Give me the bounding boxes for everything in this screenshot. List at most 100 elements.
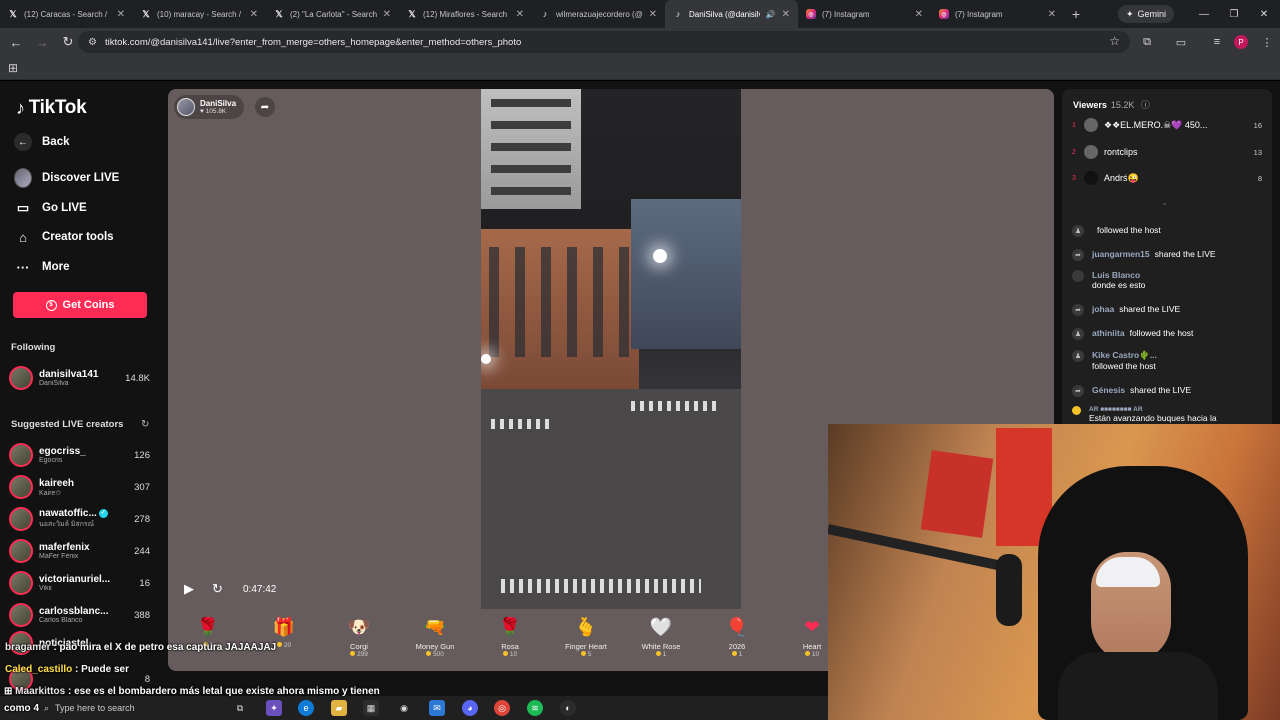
coin-icon <box>655 651 661 656</box>
viewers-chat-panel: Viewers 15.2K ⓘ 1 ❖❖EL.MERO.☠💜 450... 16 2r… <box>1062 89 1272 429</box>
gift-item[interactable]: 🤍 White Rose 1 <box>626 610 696 668</box>
minimize-button[interactable]: — <box>1188 0 1220 28</box>
share-icon[interactable]: ➦ <box>255 97 275 117</box>
browser-tab-active[interactable]: ♪ DaniSilva (@danisilv 🔊 ✕ <box>665 0 798 28</box>
host-info[interactable]: DaniSilva ♥ 105.8K <box>174 95 245 119</box>
verified-badge-icon: ✓ <box>98 508 108 518</box>
gift-item[interactable]: 🌹 Rosa 10 <box>475 610 545 668</box>
suggested-creator[interactable]: kaireeh Kaire✩ 307 <box>9 473 155 501</box>
close-tab-icon[interactable]: ✕ <box>915 9 923 20</box>
gift-item[interactable]: 🫰 Finger Heart 5 <box>551 610 621 668</box>
browser-tab[interactable]: ◎ (7) Instagram ✕ <box>798 0 931 28</box>
close-tab-icon[interactable]: ✕ <box>782 9 790 20</box>
nav-go-live[interactable]: ▭ Go LIVE <box>14 199 87 217</box>
extensions-icon[interactable]: ⧉ <box>1136 31 1158 53</box>
coin-icon <box>580 651 586 656</box>
close-tab-icon[interactable]: ✕ <box>383 9 391 20</box>
play-icon[interactable]: ▶ <box>184 581 194 597</box>
forward-arrow-icon[interactable]: → <box>30 30 54 54</box>
nav-discover-live[interactable]: Discover LIVE <box>14 168 119 188</box>
chat-event: ➦ johaa shared the LIVE <box>1072 304 1267 316</box>
streamer-cap <box>1096 557 1160 587</box>
video-light <box>481 354 491 364</box>
chat-badge-icon: ⊞ <box>4 686 13 697</box>
elapsed-time: 0:47:42 <box>243 584 277 595</box>
spotify-icon[interactable]: ≋ <box>527 700 543 716</box>
suggested-creator[interactable]: carlossblanc... Carlos Blanco 388 <box>9 601 155 629</box>
get-coins-button[interactable]: $ Get Coins <box>13 292 147 318</box>
creator-tools-icon: ⌂ <box>19 229 27 245</box>
menu-kebab-icon[interactable]: ⋮ <box>1256 31 1278 53</box>
nav-more[interactable]: ··· More <box>14 258 70 276</box>
browser-tab[interactable]: ♪ wilmerazuajecordero (@ ✕ <box>532 0 665 28</box>
overlay-chat-line: bragamer : pao mira el X de petro esa ca… <box>5 642 277 653</box>
apps-grid-icon[interactable]: ⊞ <box>8 61 18 75</box>
bookmark-star-icon[interactable]: ☆ <box>1109 34 1120 48</box>
coin-icon <box>276 642 282 647</box>
obs-icon[interactable]: ◐ <box>560 700 576 716</box>
top-viewer-row[interactable]: 3 Andrś😜 8 <box>1072 169 1262 187</box>
suggested-creator[interactable]: maferfenix MaFer Fénix 244 <box>9 537 155 565</box>
top-viewer-row[interactable]: 2 rontclips 13 <box>1072 143 1262 161</box>
white-rose-gift-icon: 🤍 <box>649 616 673 637</box>
nav-back[interactable]: ← Back <box>14 133 70 151</box>
task-view-icon[interactable]: ⧉ <box>232 700 248 716</box>
suggested-creator[interactable]: egocriss_ Egocris 126 <box>9 441 155 469</box>
copilot-icon[interactable]: ✦ <box>266 700 282 716</box>
gift-item[interactable]: ❤ Heart 10 <box>777 610 828 668</box>
tiktok-logo[interactable]: ♪ TikTok <box>16 97 87 119</box>
gift-item[interactable]: 🔫 Money Gun 500 <box>400 610 470 668</box>
browser-tab[interactable]: 𝕏 (12) Caracas - Search / ✕ <box>0 0 133 28</box>
suggested-creator[interactable]: nawatoffic... ✓ นอสะวิมล์ มิสกรณ์ 278 <box>9 505 155 533</box>
browser-tab[interactable]: ◎ (7) Instagram ✕ <box>931 0 1064 28</box>
store-icon[interactable]: ▦ <box>363 700 379 716</box>
avatar <box>1084 171 1098 185</box>
edge-icon[interactable]: e <box>298 700 314 716</box>
following-item[interactable]: danisilva141 DaniSilva 14.8K <box>9 364 155 392</box>
refresh-icon[interactable]: ↻ <box>141 419 149 430</box>
video-building <box>481 229 639 389</box>
discord-icon[interactable]: ◕ <box>462 700 478 716</box>
address-bar[interactable]: ⚙ tiktok.com/@danisilva141/live?enter_fr… <box>78 31 1130 53</box>
gemini-button[interactable]: ✦ Gemini <box>1118 5 1175 23</box>
video-crosswalk <box>631 401 721 411</box>
info-icon[interactable]: ⓘ <box>1141 100 1150 110</box>
suggested-creator[interactable]: victorianuriel... Vikii 16 <box>9 569 155 597</box>
close-tab-icon[interactable]: ✕ <box>117 9 125 20</box>
gift-item[interactable]: 🐶 Corgi 299 <box>324 610 394 668</box>
site-info-icon[interactable]: ⚙ <box>88 37 97 48</box>
gift-item[interactable]: 🌹 1 <box>173 610 243 668</box>
browser-tab[interactable]: 𝕏 (10) maracay - Search / ✕ <box>133 0 266 28</box>
mail-icon[interactable]: ✉ <box>429 700 445 716</box>
profile-avatar[interactable]: P <box>1230 31 1252 53</box>
close-tab-icon[interactable]: ✕ <box>516 9 524 20</box>
new-tab-button[interactable]: + <box>1064 6 1088 22</box>
top-viewer-row[interactable]: 1 ❖❖EL.MERO.☠💜 450... 16 <box>1072 116 1262 134</box>
video-camera-icon: ▭ <box>16 200 30 215</box>
speaker-icon[interactable]: 🔊 <box>766 10 776 19</box>
browser-tab[interactable]: 𝕏 (2) "La Carlota" - Search ✕ <box>266 0 399 28</box>
viewers-header[interactable]: Viewers 15.2K ⓘ <box>1073 98 1150 111</box>
chrome-icon[interactable]: ◎ <box>494 700 510 716</box>
close-tab-icon[interactable]: ✕ <box>250 9 258 20</box>
nav-creator-tools[interactable]: ⌂ Creator tools <box>14 228 114 246</box>
gift-item[interactable]: 🎁 20 <box>249 610 319 668</box>
close-window-button[interactable]: ✕ <box>1248 0 1280 28</box>
close-tab-icon[interactable]: ✕ <box>1048 9 1056 20</box>
instagram-icon: ◎ <box>806 9 816 19</box>
file-explorer-icon[interactable]: ▰ <box>331 700 347 716</box>
steam-icon[interactable]: ◉ <box>396 700 412 716</box>
taskbar-search[interactable]: ⌕ Type here to search <box>40 698 168 718</box>
chevron-down-icon[interactable]: ⌄ <box>1161 198 1168 207</box>
media-icon[interactable]: ≡ <box>1206 31 1228 53</box>
live-video-frame[interactable] <box>481 89 741 609</box>
back-arrow-icon[interactable]: ← <box>4 30 28 54</box>
cast-icon[interactable]: ▭ <box>1170 31 1192 53</box>
reload-icon[interactable]: ↻ <box>56 30 80 54</box>
replay-icon[interactable]: ↻ <box>212 581 223 597</box>
close-tab-icon[interactable]: ✕ <box>649 9 657 20</box>
windows-taskbar: ⌕ Type here to search ⧉ ✦ e ▰ ▦ ◉ ✉ ◕ ◎ ≋… <box>0 696 828 720</box>
maximize-button[interactable]: ❐ <box>1218 0 1250 28</box>
gift-item[interactable]: 🎈 2026 1 <box>702 610 772 668</box>
browser-tab[interactable]: 𝕏 (12) Miraflores - Search ✕ <box>399 0 532 28</box>
